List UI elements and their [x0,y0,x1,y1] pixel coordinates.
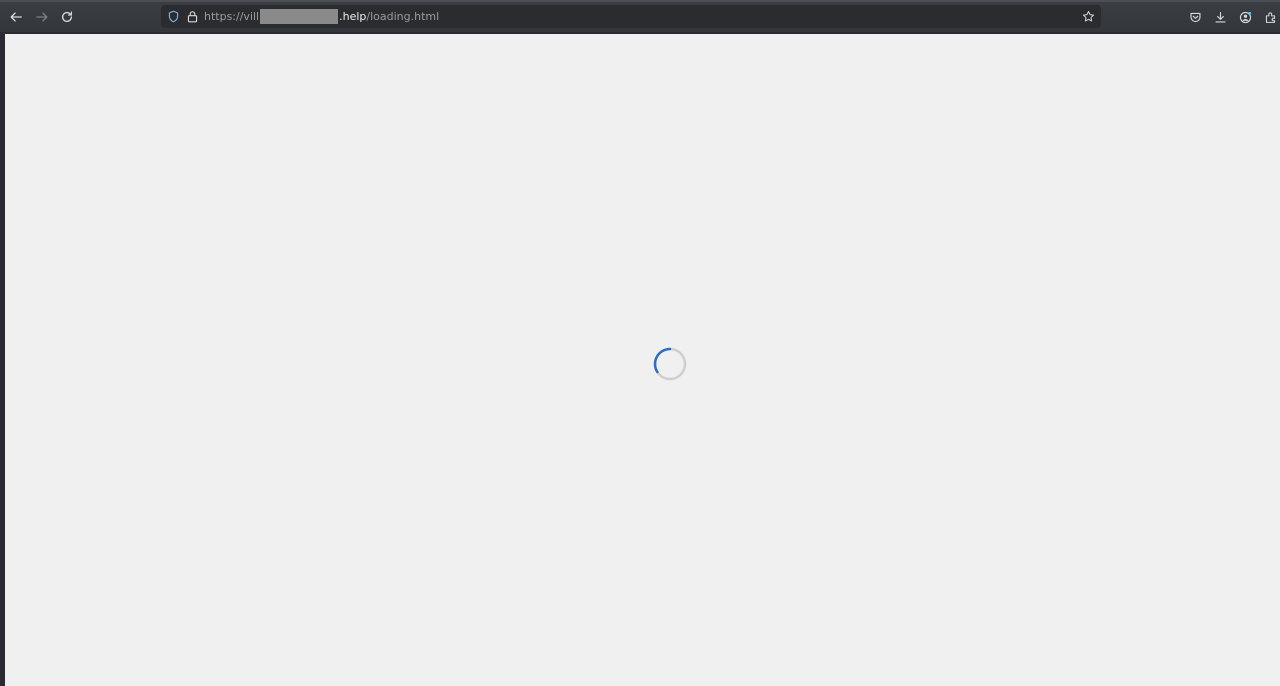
downloads-button[interactable] [1211,8,1229,26]
browser-window: https://vill .help /loading.html [0,0,1280,686]
page-content [5,34,1280,686]
spinner-icon [653,347,687,381]
bookmark-star-button[interactable] [1081,9,1095,23]
pocket-button[interactable] [1186,8,1204,26]
download-icon [1214,11,1226,23]
url-path: /loading.html [366,10,440,23]
extensions-icon [1265,11,1275,23]
url-prefix: https://vill [204,10,260,23]
back-button[interactable] [5,6,27,28]
url-bar[interactable]: https://vill .help /loading.html [161,5,1101,28]
account-button[interactable] [1236,8,1254,26]
url-host: .help [339,10,367,23]
browser-toolbar: https://vill .help /loading.html [0,0,1280,32]
back-arrow-icon [10,12,22,22]
pocket-icon [1189,12,1201,22]
forward-arrow-icon [36,12,48,22]
loading-spinner [652,346,688,382]
reload-button[interactable] [56,6,78,28]
account-icon [1239,11,1251,23]
extensions-button[interactable] [1261,8,1279,26]
reload-icon [61,11,73,22]
forward-button[interactable] [31,6,53,28]
lock-icon[interactable] [185,9,199,23]
shield-icon[interactable] [166,9,180,23]
url-text[interactable]: https://vill .help /loading.html [204,8,439,25]
url-redaction [260,9,339,24]
star-icon [1082,10,1094,21]
